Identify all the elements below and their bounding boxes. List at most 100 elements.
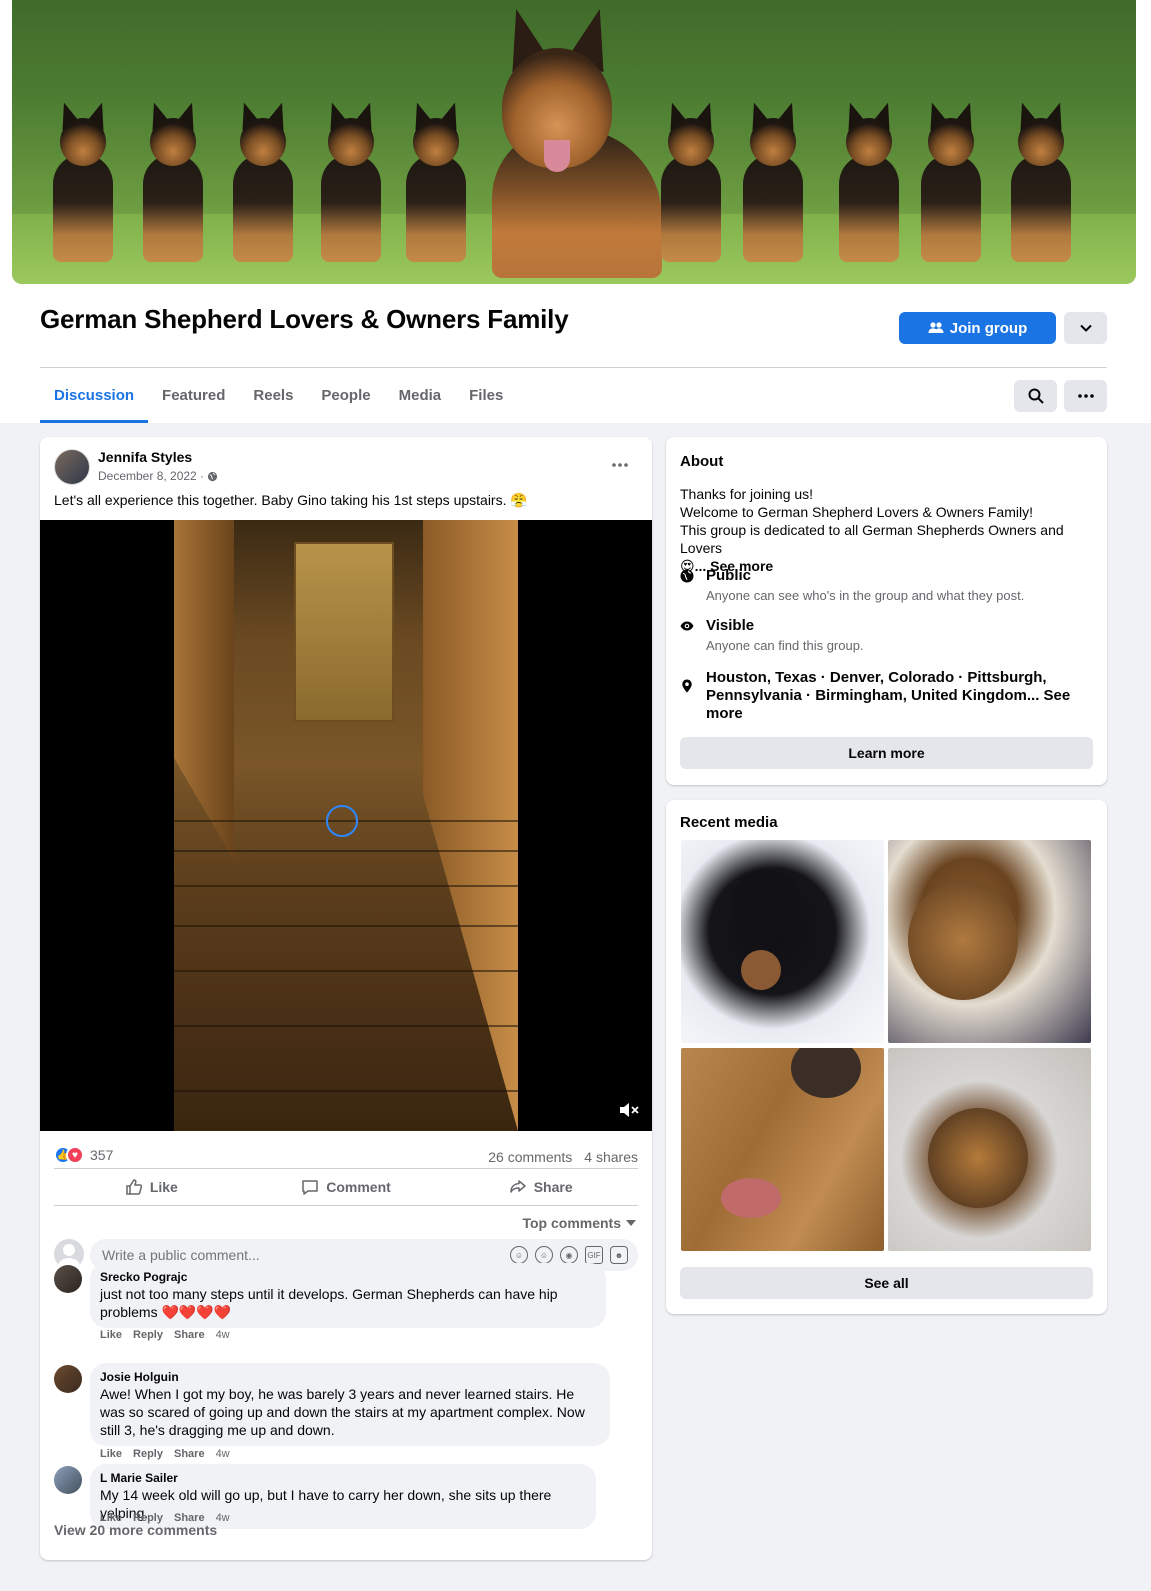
sticker-icon[interactable]: ☻ [610,1246,628,1264]
privacy-info: Public Anyone can see who's in the group… [680,567,1024,605]
group-tabs: Discussion Featured Reels People Media F… [40,372,517,423]
about-heading: About [680,453,724,470]
comment-button[interactable]: Comment [249,1169,444,1205]
about-description: Thanks for joining us! Welcome to German… [680,485,1095,575]
group-title: German Shepherd Lovers & Owners Family [40,304,569,334]
tab-media[interactable]: Media [385,372,456,423]
stair-wall [423,520,518,1131]
more-dots-icon [612,463,628,467]
commenter-name[interactable]: L Marie Sailer [100,1470,586,1486]
post-card: Jennifa Styles December 8, 2022 · Let's … [40,437,652,1560]
post-timestamp[interactable]: December 8, 2022 · [98,469,218,483]
media-thumbnail[interactable] [888,1048,1091,1251]
share-label: Share [533,1179,573,1195]
cover-puppy [1002,99,1080,262]
mute-button[interactable] [616,1099,642,1121]
commenter-avatar[interactable] [54,1265,82,1293]
toy-shape [741,950,781,990]
recent-media-card: Recent media See all [666,800,1107,1314]
comment-share-link[interactable]: Share [174,1329,205,1341]
comment-reply-link[interactable]: Reply [133,1448,163,1460]
comment-like-link[interactable]: Like [100,1448,122,1460]
post-date: December 8, 2022 · [98,469,205,483]
avatar-sticker-icon[interactable]: ☺ [510,1246,528,1264]
emoji-icon[interactable]: ☺ [535,1246,553,1264]
comment-reply-link[interactable]: Reply [133,1329,163,1341]
tab-discussion[interactable]: Discussion [40,372,149,423]
media-thumbnail[interactable] [888,840,1091,1043]
comment-actions: Like Reply Share 4w [100,1448,230,1460]
tab-featured[interactable]: Featured [148,372,239,423]
comment-sort-label: Top comments [522,1215,621,1231]
see-all-media-button[interactable]: See all [680,1267,1093,1299]
stair-step [174,1090,518,1092]
commenter-avatar[interactable] [54,1365,82,1393]
group-more-button[interactable] [1064,380,1107,412]
comments-count[interactable]: 26 comments [488,1149,572,1165]
cover-puppy [734,99,812,262]
cover-puppy [312,99,390,262]
muted-speaker-icon [620,1103,639,1117]
reactions-summary[interactable]: 👍 ♥ 357 [54,1146,113,1164]
author-avatar[interactable] [54,449,90,485]
media-thumbnail[interactable] [681,1048,884,1251]
gif-icon[interactable]: GIF [585,1246,603,1264]
cover-puppy [44,99,122,262]
camera-icon[interactable]: ◉ [560,1246,578,1264]
comment-text: Awe! When I got my boy, he was barely 3 … [100,1386,585,1438]
cover-adult-dog [482,3,662,278]
join-group-button[interactable]: Join group [899,312,1056,344]
comment-actions: Like Reply Share 4w [100,1329,230,1341]
like-button[interactable]: Like [54,1169,249,1205]
group-cover-photo[interactable] [12,0,1136,284]
media-thumbnail[interactable] [681,840,884,1043]
view-more-comments-link[interactable]: View 20 more comments [54,1522,217,1538]
commenter-name[interactable]: Josie Holguin [100,1369,600,1385]
tab-people[interactable]: People [307,372,384,423]
commenter-name[interactable]: Srecko Pograjc [100,1269,596,1285]
cover-puppy [397,99,475,262]
comment-sort-dropdown[interactable]: Top comments [522,1215,636,1231]
caret-down-icon [626,1220,636,1226]
dog-shape [908,880,1018,1000]
share-button[interactable]: Share [443,1169,638,1205]
stair-step [174,925,518,927]
tab-reels[interactable]: Reels [239,372,307,423]
learn-more-button[interactable]: Learn more [680,737,1093,769]
post-options-button[interactable] [606,451,634,479]
stair-step [174,885,518,887]
location-text[interactable]: Houston, Texas · Denver, Colorado · Pitt… [706,669,1075,723]
toy-shape [721,1178,781,1218]
post-video[interactable] [40,520,652,1131]
tab-files[interactable]: Files [455,372,517,423]
globe-icon [207,471,218,481]
comment-label: Comment [326,1179,391,1195]
thumbs-up-icon [126,1179,142,1195]
stair-step [174,970,518,972]
about-line: Thanks for joining us! [680,486,814,502]
comment-time[interactable]: 4w [216,1329,230,1341]
commenter-avatar[interactable] [54,1466,82,1494]
group-options-button[interactable] [1064,312,1107,344]
group-members-icon [928,322,944,333]
cover-puppy [830,99,908,262]
post-author[interactable]: Jennifa Styles [98,449,192,465]
shares-count[interactable]: 4 shares [584,1149,638,1165]
stair-step [174,1025,518,1027]
cover-puppy [652,99,730,262]
stair-door [294,542,394,722]
comment-time[interactable]: 4w [216,1512,230,1524]
comment-share-link[interactable]: Share [174,1448,205,1460]
group-search-button[interactable] [1014,380,1057,412]
engagement-counts: 26 comments 4 shares [488,1149,638,1165]
comment-bubble: Josie Holguin Awe! When I got my boy, he… [90,1363,610,1446]
header-divider [40,367,1107,368]
more-dots-icon [1077,394,1094,398]
comment-time[interactable]: 4w [216,1448,230,1460]
eye-icon [680,621,694,631]
privacy-subtitle: Anyone can see who's in the group and wh… [706,588,1025,603]
post-text: Let's all experience this together. Baby… [54,492,528,508]
comment-like-link[interactable]: Like [100,1329,122,1341]
post-actions: Like Comment Share [54,1168,638,1206]
about-line: Welcome to German Shepherd Lovers & Owne… [680,504,1033,520]
